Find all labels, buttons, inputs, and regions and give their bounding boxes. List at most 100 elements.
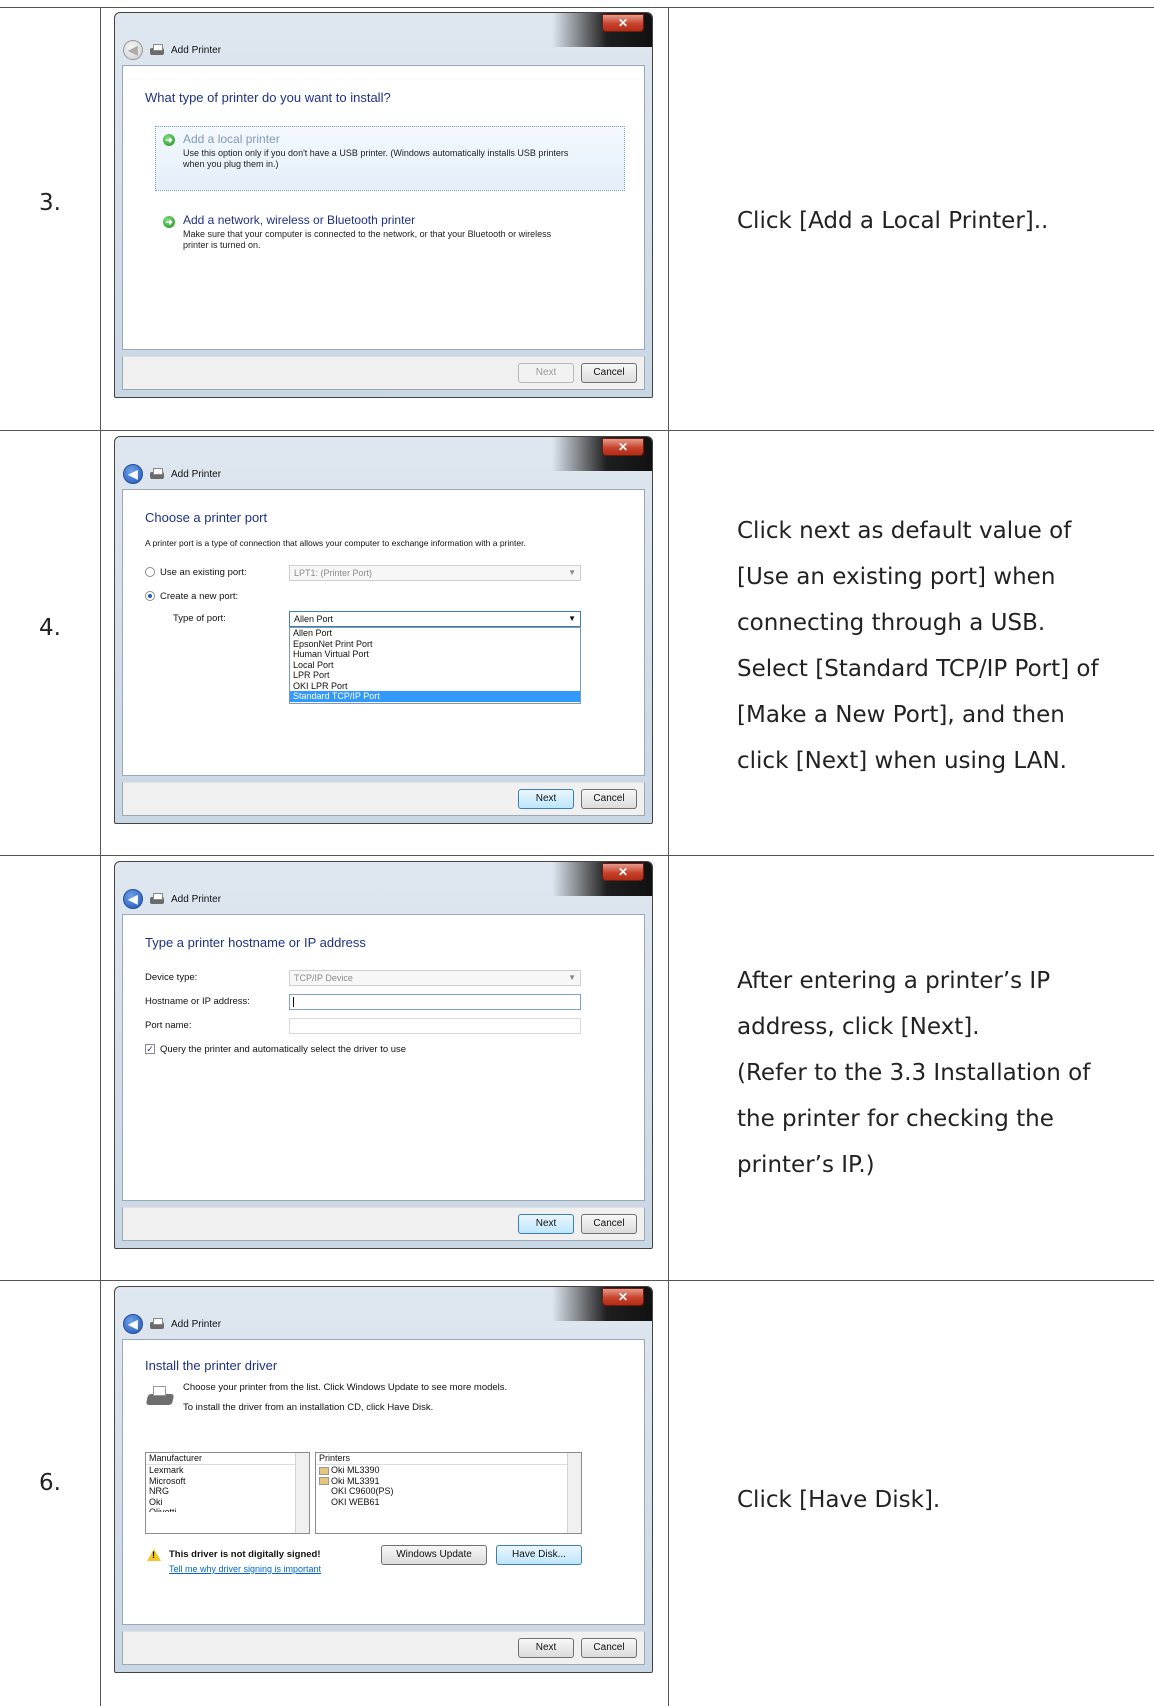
cancel-button[interactable]: Cancel (581, 1638, 637, 1658)
hostname-input[interactable] (289, 994, 581, 1010)
titlebar: ◀ Add Printer (123, 1313, 221, 1335)
device-type-select[interactable]: TCP/IP Device ▼ (289, 970, 581, 986)
instruction-line: Click [Add a Local Printer].. (737, 208, 1049, 234)
close-button[interactable]: ✕ (602, 1288, 644, 1306)
next-button[interactable]: Next (518, 789, 574, 809)
next-button[interactable]: Next (518, 363, 574, 383)
cancel-button[interactable]: Cancel (581, 363, 637, 383)
page-heading: What type of printer do you want to inst… (145, 90, 391, 105)
page-heading: Choose a printer port (145, 510, 268, 525)
table-col-divider-2 (668, 7, 669, 1706)
printer-driver-icon (145, 1386, 175, 1408)
printer-item[interactable]: OKI C9600(PS) (316, 1486, 581, 1497)
driver-signing-link[interactable]: Tell me why driver signing is important (169, 1564, 321, 1574)
cancel-button[interactable]: Cancel (581, 1214, 637, 1234)
manufacturer-item[interactable]: Microsoft (146, 1476, 309, 1487)
instruction-line: address, click [Next]. (737, 1014, 980, 1040)
port-name-input[interactable] (289, 1018, 581, 1034)
manufacturer-item[interactable]: Lexmark (146, 1465, 309, 1476)
printer-icon (149, 893, 165, 905)
dialog-title: Add Printer (171, 468, 222, 480)
close-button[interactable]: ✕ (602, 438, 644, 456)
port-option[interactable]: OKI LPR Port (290, 681, 580, 692)
table-col-divider-1 (100, 7, 101, 1706)
manufacturer-item[interactable]: Olivetti (146, 1507, 309, 1512)
instruction-line: Click [Have Disk]. (737, 1487, 941, 1513)
dialog-footer: Next Cancel (122, 1631, 645, 1665)
local-printer-title[interactable]: Add a local printer (183, 132, 280, 146)
printer-icon (149, 468, 165, 480)
driver-desc-2: To install the driver from an installati… (183, 1402, 434, 1413)
type-of-port-label: Type of port: (173, 613, 226, 624)
green-arrow-icon: ➜ (163, 134, 175, 146)
manufacturer-item[interactable]: NRG (146, 1486, 309, 1497)
table-border-row2 (0, 855, 1154, 856)
printer-item-label: Oki ML3390 (331, 1465, 380, 1475)
back-arrow-icon[interactable]: ◀ (123, 40, 143, 60)
back-arrow-icon[interactable]: ◀ (123, 464, 143, 484)
back-arrow-icon[interactable]: ◀ (123, 1314, 143, 1334)
manufacturer-item[interactable]: Oki (146, 1497, 309, 1508)
port-option[interactable]: EpsonNet Print Port (290, 639, 580, 650)
close-button[interactable]: ✕ (602, 14, 644, 32)
printer-model-icon (319, 1477, 329, 1486)
printer-item[interactable]: OKI WEB61 (316, 1497, 581, 1508)
type-of-port-select[interactable]: Allen Port ▼ (289, 611, 581, 627)
cancel-button[interactable]: Cancel (581, 789, 637, 809)
port-option[interactable]: LPR Port (290, 670, 580, 681)
printers-header: Printers (316, 1453, 581, 1465)
new-port-label[interactable]: Create a new port: (160, 591, 238, 602)
manufacturer-list[interactable]: Manufacturer Lexmark Microsoft NRG Oki O… (145, 1452, 310, 1534)
step-number: 4. (39, 615, 61, 641)
windows-update-button[interactable]: Windows Update (381, 1545, 487, 1565)
step-instruction: Click [Add a Local Printer].. (737, 198, 1147, 244)
existing-port-radio[interactable] (145, 567, 155, 577)
network-printer-title[interactable]: Add a network, wireless or Bluetooth pri… (183, 213, 415, 227)
new-port-radio[interactable] (145, 591, 155, 601)
add-printer-dialog: ✕ ◀ Add Printer Type a printer hostname … (114, 861, 653, 1249)
network-printer-desc: Make sure that your computer is connecte… (183, 229, 552, 239)
step-instruction: Click [Have Disk]. (737, 1477, 1147, 1523)
manufacturer-scrollbar[interactable] (295, 1453, 309, 1533)
port-option[interactable]: Allen Port (290, 628, 580, 639)
port-name-label: Port name: (145, 1020, 192, 1031)
printer-icon (149, 1318, 165, 1330)
step-instruction: Click next as default value of [Use an e… (737, 508, 1147, 784)
hostname-label: Hostname or IP address: (145, 996, 250, 1007)
instruction-line: [Make a New Port], and then (737, 702, 1065, 728)
printer-list[interactable]: Printers Oki ML3390 Oki ML3391 OKI C9600… (315, 1452, 582, 1534)
printer-scrollbar[interactable] (567, 1453, 581, 1533)
next-button[interactable]: Next (518, 1638, 574, 1658)
query-checkbox[interactable]: ✓ (145, 1044, 155, 1054)
port-option[interactable]: Local Port (290, 660, 580, 671)
page-heading: Install the printer driver (145, 1358, 278, 1373)
titlebar: ◀ Add Printer (123, 39, 221, 61)
instruction-line: connecting through a USB. (737, 610, 1046, 636)
add-printer-dialog: ✕ ◀ Add Printer What type of printer do … (114, 12, 653, 398)
table-border-top (0, 7, 1154, 8)
port-option-selected[interactable]: Standard TCP/IP Port (290, 691, 580, 702)
port-option[interactable]: Human Virtual Port (290, 649, 580, 660)
manufacturer-header: Manufacturer (146, 1453, 309, 1465)
dialog-title: Add Printer (171, 893, 222, 905)
existing-port-select[interactable]: LPT1: (Printer Port) ▼ (289, 565, 581, 581)
add-printer-dialog: ✕ ◀ Add Printer Choose a printer port A … (114, 436, 653, 824)
have-disk-button[interactable]: Have Disk... (496, 1545, 582, 1565)
driver-desc-1: Choose your printer from the list. Click… (183, 1382, 508, 1393)
chevron-down-icon: ▼ (568, 614, 576, 623)
instruction-line: the printer for checking the (737, 1106, 1054, 1132)
printer-item[interactable]: Oki ML3391 (316, 1476, 581, 1487)
query-label[interactable]: Query the printer and automatically sele… (160, 1044, 406, 1055)
existing-port-label[interactable]: Use an existing port: (160, 567, 247, 578)
printer-item-label: Oki ML3391 (331, 1475, 380, 1486)
instruction-line: [Use an existing port] when (737, 564, 1056, 590)
next-button[interactable]: Next (518, 1214, 574, 1234)
add-printer-dialog: ✕ ◀ Add Printer Install the printer driv… (114, 1286, 653, 1673)
dialog-footer: Next Cancel (122, 356, 645, 390)
printer-item[interactable]: Oki ML3390 (316, 1465, 581, 1476)
instruction-line: Click next as default value of (737, 518, 1072, 544)
back-arrow-icon[interactable]: ◀ (123, 889, 143, 909)
port-dropdown-list[interactable]: Allen Port EpsonNet Print Port Human Vir… (289, 627, 581, 704)
close-button[interactable]: ✕ (602, 863, 644, 881)
device-type-value: TCP/IP Device (294, 973, 353, 983)
